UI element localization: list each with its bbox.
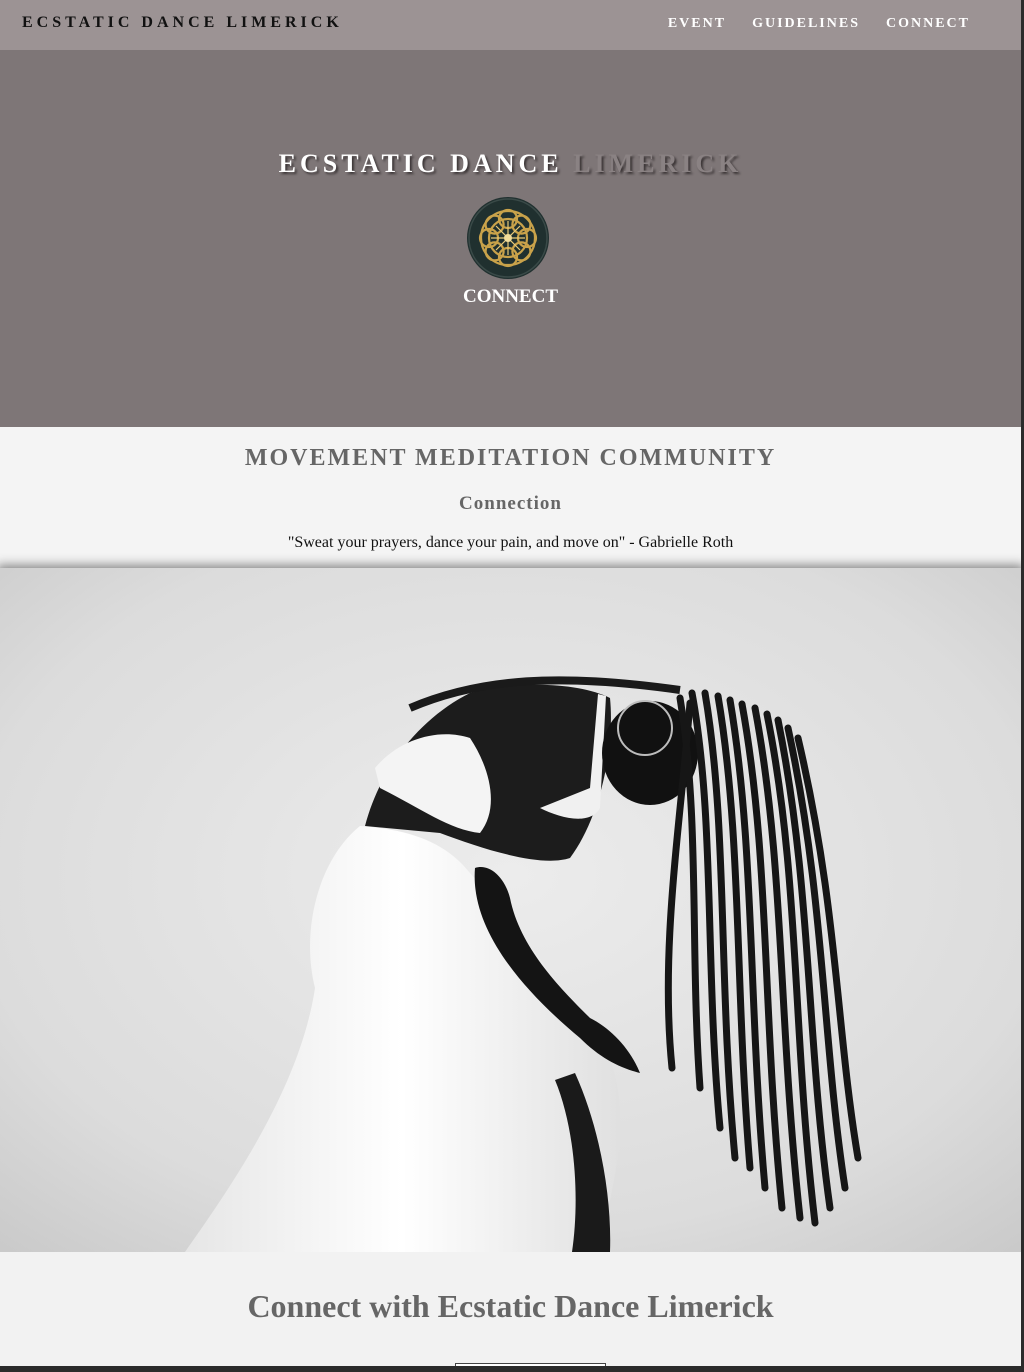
site-brand[interactable]: ECSTATIC DANCE LIMERICK <box>22 14 343 32</box>
hero-banner: ECSTATIC DANCE LIMERICK CONNECT <box>0 50 1021 427</box>
nav-link-event[interactable]: EVENT <box>668 16 726 32</box>
top-navigation: ECSTATIC DANCE LIMERICK EVENT GUIDELINES… <box>0 0 1021 50</box>
hero-title-part2: LIMERICK <box>573 149 743 178</box>
hero-title: ECSTATIC DANCE LIMERICK <box>0 149 1021 179</box>
dancer-photo <box>0 568 1021 1252</box>
page: ECSTATIC DANCE LIMERICK EVENT GUIDELINES… <box>0 0 1021 1372</box>
intro-section: MOVEMENT MEDITATION COMMUNITY Connection… <box>0 427 1021 567</box>
nav-link-connect[interactable]: CONNECT <box>886 16 970 32</box>
nav-links: EVENT GUIDELINES CONNECT <box>668 16 970 32</box>
intro-subheading: Connection <box>459 493 562 514</box>
intro-quote: "Sweat your prayers, dance your pain, an… <box>287 534 734 551</box>
connect-section: Connect with Ecstatic Dance Limerick <box>0 1252 1021 1372</box>
connect-heading: Connect with Ecstatic Dance Limerick <box>247 1288 774 1324</box>
mandala-logo-icon <box>465 197 551 279</box>
nav-link-guidelines[interactable]: GUIDELINES <box>752 16 860 32</box>
intro-heading: MOVEMENT MEDITATION COMMUNITY <box>244 445 777 471</box>
hero-title-part1: ECSTATIC DANCE <box>278 149 563 178</box>
hero-subtitle: CONNECT <box>462 286 558 307</box>
page-bottom-edge <box>0 1366 1021 1372</box>
